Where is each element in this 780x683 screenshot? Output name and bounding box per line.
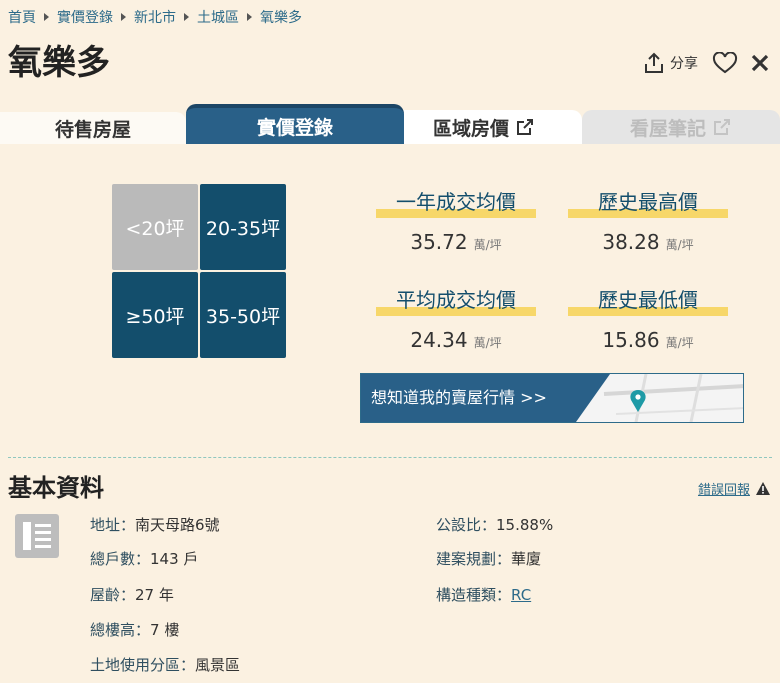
structure-type-link[interactable]: RC	[511, 586, 531, 604]
external-link-icon	[517, 119, 533, 135]
tab-transactions[interactable]: 實價登錄	[186, 104, 404, 144]
building-doc-icon	[15, 514, 59, 558]
stat-value-year-avg: 35.72 萬/坪	[376, 230, 536, 254]
breadcrumb-trade[interactable]: 實價登錄	[57, 7, 113, 27]
breadcrumb-separator-icon	[247, 13, 252, 21]
info-households: 總戶數：143 戶	[90, 548, 198, 569]
info-key: 總樓高：	[90, 621, 151, 639]
stat-label-overall-avg: 平均成交均價	[376, 284, 536, 316]
tab-area-price[interactable]: 區域房價	[386, 110, 582, 144]
share-icon	[645, 52, 663, 73]
heart-icon	[712, 52, 738, 74]
stat-label-year-avg: 一年成交均價	[376, 186, 536, 218]
sell-valuation-banner[interactable]: 想知道我的賣屋行情 >>	[360, 373, 744, 423]
breadcrumb-separator-icon	[121, 13, 126, 21]
info-total-floors: 總樓高：7 樓	[90, 619, 179, 640]
stat-label-text: 一年成交均價	[396, 190, 516, 214]
info-project-type: 建案規劃：華廈	[436, 548, 541, 569]
size-filter-50-plus[interactable]: ≥50坪	[112, 272, 198, 358]
stat-unit: 萬/坪	[473, 336, 502, 350]
breadcrumb-community[interactable]: 氧樂多	[260, 7, 302, 27]
tab-label: 區域房價	[432, 117, 509, 140]
page-title: 氧樂多	[8, 43, 110, 83]
breadcrumb: 首頁 實價登錄 新北市 土城區 氧樂多	[8, 7, 302, 27]
info-value: 27 年	[135, 586, 174, 604]
breadcrumb-separator-icon	[184, 13, 189, 21]
external-link-icon	[714, 119, 730, 135]
info-value: 15.88%	[496, 516, 554, 534]
info-value: 南天母路6號	[135, 516, 220, 534]
stat-label-historic-high: 歷史最高價	[568, 186, 728, 218]
stat-label-text: 平均成交均價	[396, 288, 516, 312]
info-key: 構造種類：	[436, 586, 512, 604]
share-label: 分享	[670, 56, 698, 72]
info-structure: 構造種類：RC	[436, 584, 531, 605]
favorite-button[interactable]	[712, 52, 738, 74]
info-building-age: 屋齡：27 年	[90, 584, 174, 605]
info-value: 7 樓	[150, 621, 180, 639]
stat-unit: 萬/坪	[665, 238, 694, 252]
tab-label: 實價登錄	[256, 116, 333, 139]
tab-viewing-notes[interactable]: 看屋筆記	[582, 110, 780, 144]
section-divider	[8, 457, 772, 458]
info-key: 公設比：	[436, 516, 497, 534]
share-button[interactable]: 分享	[644, 52, 698, 74]
tab-for-sale[interactable]: 待售房屋	[0, 112, 186, 144]
info-value: 143 戶	[150, 550, 199, 568]
warning-icon	[756, 482, 770, 495]
stat-label-text: 歷史最低價	[598, 288, 698, 312]
tab-label: 待售房屋	[54, 118, 131, 141]
stat-label-historic-low: 歷史最低價	[568, 284, 728, 316]
header-actions: 分享	[644, 50, 770, 76]
map-thumbnail	[576, 374, 743, 422]
tab-label: 看屋筆記	[629, 117, 706, 140]
stat-number: 15.86	[602, 328, 660, 352]
breadcrumb-city[interactable]: 新北市	[134, 7, 176, 27]
stat-number: 24.34	[410, 328, 468, 352]
breadcrumb-district[interactable]: 土城區	[197, 7, 239, 27]
stat-value-historic-high: 38.28 萬/坪	[568, 230, 728, 254]
stat-number: 38.28	[602, 230, 660, 254]
info-value: 華廈	[511, 550, 542, 568]
stat-unit: 萬/坪	[665, 336, 694, 350]
close-button[interactable]	[750, 53, 770, 73]
breadcrumb-separator-icon	[44, 13, 49, 21]
stat-label-text: 歷史最高價	[598, 190, 698, 214]
basic-info-title: 基本資料	[8, 474, 104, 502]
banner-text: 想知道我的賣屋行情 >>	[371, 388, 547, 407]
info-key: 地址：	[90, 516, 136, 534]
info-public-ratio: 公設比：15.88%	[436, 514, 553, 535]
size-filter-under-20[interactable]: <20坪	[112, 184, 198, 270]
info-land-zoning: 土地使用分區：風景區	[90, 654, 240, 675]
size-filter-35-50[interactable]: 35-50坪	[200, 272, 286, 358]
stat-unit: 萬/坪	[473, 238, 502, 252]
stat-number: 35.72	[410, 230, 468, 254]
info-value: 風景區	[195, 656, 241, 674]
info-key: 土地使用分區：	[90, 656, 196, 674]
close-icon	[751, 54, 769, 72]
size-filter-20-35[interactable]: 20-35坪	[200, 184, 286, 270]
stat-value-overall-avg: 24.34 萬/坪	[376, 328, 536, 352]
info-address: 地址：南天母路6號	[90, 514, 220, 535]
error-report-label: 錯誤回報	[697, 483, 750, 498]
info-key: 總戶數：	[90, 550, 151, 568]
tab-bar: 待售房屋 區域房價 看屋筆記 實價登錄	[0, 104, 780, 144]
info-key: 建案規劃：	[436, 550, 512, 568]
error-report-link[interactable]: 錯誤回報	[698, 479, 770, 498]
info-key: 屋齡：	[90, 586, 136, 604]
breadcrumb-home[interactable]: 首頁	[8, 7, 36, 27]
stat-value-historic-low: 15.86 萬/坪	[568, 328, 728, 352]
